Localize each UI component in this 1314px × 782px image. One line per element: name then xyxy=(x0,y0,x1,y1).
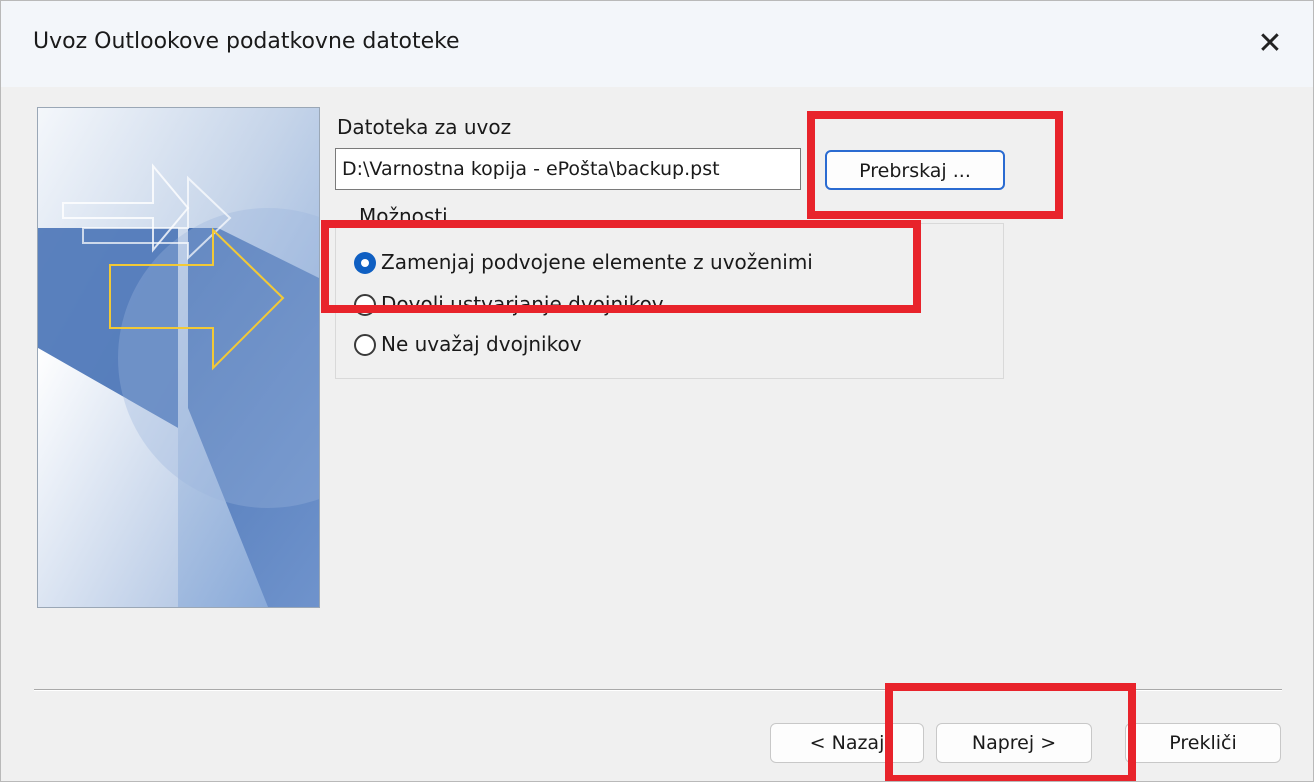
cancel-button[interactable]: Prekliči xyxy=(1125,723,1281,763)
radio-unchecked-icon[interactable] xyxy=(354,334,376,356)
next-button[interactable]: Naprej > xyxy=(936,723,1092,763)
file-label: Datoteka za uvoz xyxy=(337,115,512,139)
radio-unchecked-icon[interactable] xyxy=(354,294,376,316)
import-dialog: Uvoz Outlookove podatkovne datoteke ✕ Da… xyxy=(0,0,1314,782)
radio-checked-icon[interactable] xyxy=(354,252,376,274)
file-path-input[interactable]: D:\Varnostna kopija - ePošta\backup.pst xyxy=(335,148,801,190)
radio-label: Ne uvažaj dvojnikov xyxy=(381,332,582,356)
button-separator xyxy=(34,689,1282,691)
title-bar: Uvoz Outlookove podatkovne datoteke ✕ xyxy=(1,1,1313,87)
browse-button[interactable]: Prebrskaj ... xyxy=(825,150,1005,190)
radio-label: Dovoli ustvarjanje dvojnikov xyxy=(381,292,664,316)
dialog-title: Uvoz Outlookove podatkovne datoteke xyxy=(33,29,460,54)
radio-label: Zamenjaj podvojene elemente z uvoženimi xyxy=(381,250,813,274)
options-legend: Možnosti xyxy=(355,204,452,228)
wizard-illustration xyxy=(37,107,320,608)
close-icon[interactable]: ✕ xyxy=(1241,15,1299,73)
back-button[interactable]: < Nazaj xyxy=(770,723,924,763)
